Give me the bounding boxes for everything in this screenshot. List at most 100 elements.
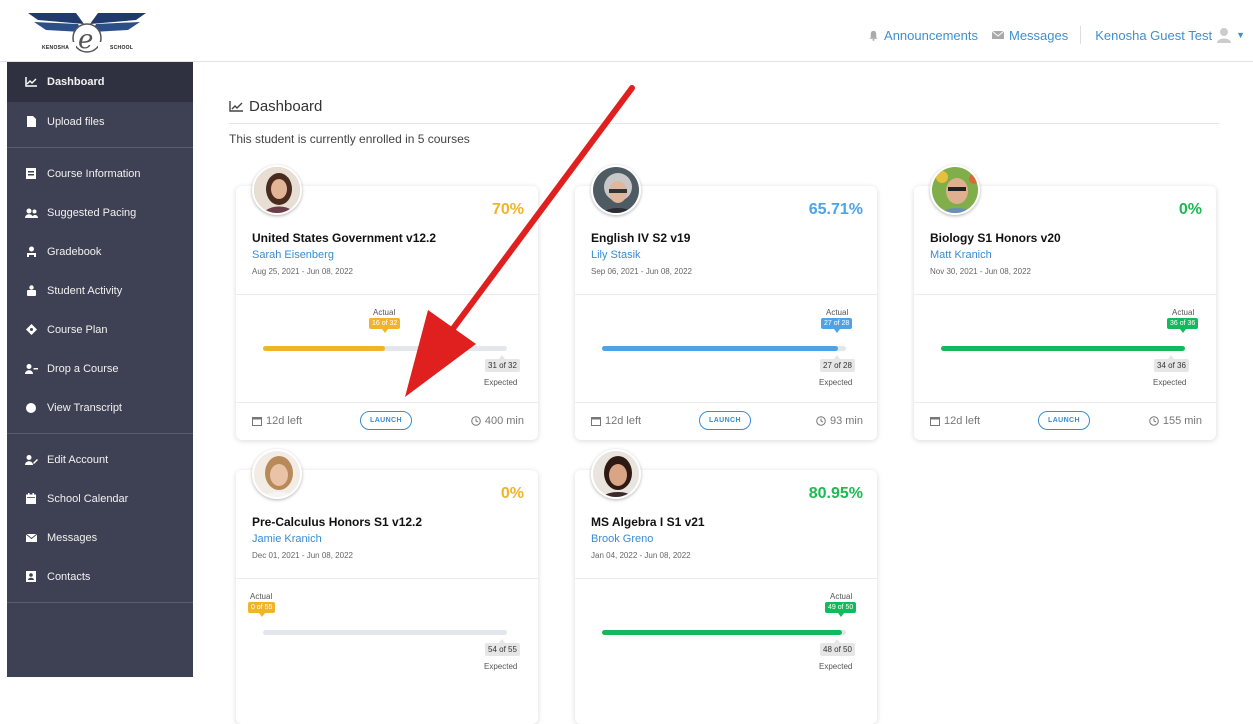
main-content: Dashboard This student is currently enro… (229, 62, 1219, 724)
course-title[interactable]: Pre-Calculus Honors S1 v12.2 (252, 515, 422, 529)
messages-link[interactable]: Messages (991, 28, 1068, 43)
user-menu[interactable]: Kenosha Guest Test ▼ (1095, 27, 1245, 43)
teacher-photo (252, 165, 302, 215)
course-title[interactable]: English IV S2 v19 (591, 231, 690, 245)
progress-fill (941, 346, 1185, 351)
sidebar-item-gradebook[interactable]: Gradebook (7, 232, 193, 271)
sidebar-item-label: School Calendar (47, 492, 129, 505)
course-title[interactable]: MS Algebra I S1 v21 (591, 515, 705, 529)
announcements-link[interactable]: Announcements (868, 28, 978, 43)
time-spent: 155 min (1149, 415, 1202, 427)
envelope-icon (991, 30, 1004, 39)
sidebar-item-label: Suggested Pacing (47, 206, 137, 219)
course-dates: Dec 01, 2021 - Jun 08, 2022 (252, 551, 353, 560)
bell-icon (869, 30, 878, 41)
expected-badge: 54 of 55 (485, 639, 520, 656)
course-title[interactable]: United States Government v12.2 (252, 231, 436, 245)
expected-badge: 27 of 28 (820, 355, 855, 372)
course-card: 65.71% English IV S2 v19 Lily Stasik Sep… (575, 165, 877, 440)
sidebar-item-label: Student Activity (47, 284, 123, 297)
course-percent: 0% (1178, 201, 1202, 218)
progress-track (941, 346, 1185, 351)
file-icon (23, 115, 39, 129)
card-divider (575, 294, 877, 295)
sidebar-divider (7, 433, 193, 434)
sidebar-item-upload-files[interactable]: Upload files (7, 102, 193, 141)
sidebar-item-label: Messages (47, 531, 98, 544)
graduation-icon (23, 245, 39, 259)
chart-icon (23, 75, 39, 89)
sidebar-item-view-transcript[interactable]: View Transcript (7, 388, 193, 427)
course-card: 0% Biology S1 Honors v20 Matt Kranich No… (914, 165, 1216, 440)
progress-track (263, 630, 507, 635)
card-divider (914, 294, 1216, 295)
sidebar-item-course-information[interactable]: Course Information (7, 154, 193, 193)
sidebar: Dashboard Upload files Course Informatio… (7, 62, 193, 677)
school-logo[interactable]: e KENOSHA SCHOOL (28, 10, 146, 56)
top-nav: Announcements Messages Kenosha Guest Tes… (854, 26, 1245, 44)
user-name: Kenosha Guest Test (1095, 27, 1213, 43)
teacher-link[interactable]: Sarah Eisenberg (252, 249, 334, 261)
launch-button[interactable]: LAUNCH (699, 411, 751, 430)
course-title[interactable]: Biology S1 Honors v20 (930, 231, 1061, 245)
sidebar-item-edit-account[interactable]: Edit Account (7, 440, 193, 479)
expected-label: Expected (1153, 378, 1187, 387)
actual-badge: 0 of 55 (248, 602, 276, 617)
sidebar-item-course-plan[interactable]: Course Plan (7, 310, 193, 349)
launch-button[interactable]: LAUNCH (360, 411, 412, 430)
logo-text-right: SCHOOL (110, 45, 134, 51)
teacher-photo (930, 165, 980, 215)
sidebar-item-student-activity[interactable]: Student Activity (7, 271, 193, 310)
actual-badge: 27 of 28 (821, 318, 853, 333)
days-left-text: 12d left (944, 415, 981, 427)
actual-badge: 36 of 36 (1167, 318, 1199, 333)
days-left-text: 12d left (266, 415, 303, 427)
expected-badge: 31 of 32 (485, 355, 520, 372)
actual-label: Actual (1172, 308, 1195, 317)
calendar-icon (930, 417, 940, 426)
sidebar-item-label: Upload files (47, 115, 105, 128)
sidebar-item-drop-a-course[interactable]: Drop a Course (7, 349, 193, 388)
book-icon (23, 167, 39, 181)
time-spent-text: 400 min (484, 415, 524, 427)
days-left: 12d left (930, 415, 980, 427)
teacher-photo (591, 449, 641, 499)
progress-track (602, 346, 846, 351)
page-title-text: Dashboard (249, 98, 323, 115)
course-percent: 70% (491, 201, 524, 218)
course-dates: Aug 25, 2021 - Jun 08, 2022 (252, 267, 353, 276)
sidebar-item-dashboard[interactable]: Dashboard (7, 62, 193, 102)
teacher-photo (591, 165, 641, 215)
card-divider (575, 402, 877, 403)
course-percent: 80.95% (808, 485, 863, 502)
actual-badge: 49 of 50 (825, 602, 857, 617)
launch-button[interactable]: LAUNCH (1038, 411, 1090, 430)
teacher-link[interactable]: Brook Greno (591, 533, 653, 545)
card-divider (914, 402, 1216, 403)
user-avatar-icon (1217, 28, 1232, 43)
clock-icon (471, 416, 481, 426)
actual-label: Actual (826, 308, 849, 317)
expected-label: Expected (484, 378, 518, 387)
expected-label: Expected (819, 378, 853, 387)
expected-label: Expected (484, 662, 518, 671)
expected-badge: 34 of 36 (1154, 355, 1189, 372)
teacher-link[interactable]: Jamie Kranich (252, 533, 322, 545)
top-bar: e KENOSHA SCHOOL Announcements Messages … (0, 0, 1253, 62)
teacher-link[interactable]: Matt Kranich (930, 249, 992, 261)
time-spent-text: 93 min (829, 415, 863, 427)
sidebar-item-label: Contacts (47, 570, 91, 583)
sidebar-item-label: Course Information (47, 167, 141, 180)
course-dates: Jan 04, 2022 - Jun 08, 2022 (591, 551, 691, 560)
sidebar-item-contacts[interactable]: Contacts (7, 557, 193, 596)
teacher-photo (252, 449, 302, 499)
sidebar-item-suggested-pacing[interactable]: Suggested Pacing (7, 193, 193, 232)
course-card: 70% United States Government v12.2 Sarah… (236, 165, 538, 440)
course-card: 0% Pre-Calculus Honors S1 v12.2 Jamie Kr… (236, 449, 538, 724)
actual-badge: 16 of 32 (369, 318, 401, 333)
teacher-link[interactable]: Lily Stasik (591, 249, 641, 261)
clock-icon (816, 416, 826, 426)
expected-badge: 48 of 50 (820, 639, 855, 656)
sidebar-item-school-calendar[interactable]: School Calendar (7, 479, 193, 518)
sidebar-item-messages[interactable]: Messages (7, 518, 193, 557)
